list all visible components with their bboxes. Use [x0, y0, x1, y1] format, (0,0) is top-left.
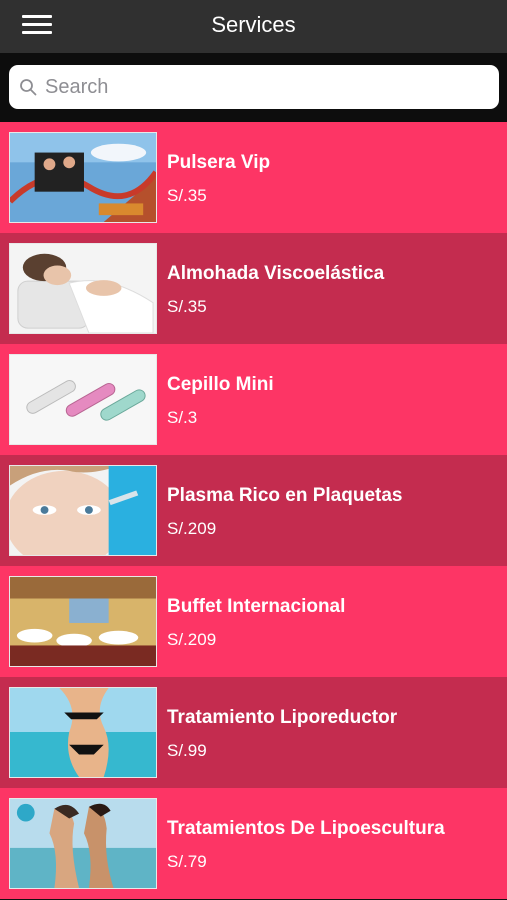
- list-item-liporeductor[interactable]: Tratamiento Liporeductor S/.99: [0, 677, 507, 788]
- service-name: Pulsera Vip: [167, 152, 271, 173]
- search-icon: [20, 79, 37, 96]
- search-input[interactable]: [45, 65, 485, 109]
- list-item-pulsera-vip[interactable]: Pulsera Vip S/.35: [0, 122, 507, 233]
- service-thumbnail: [9, 798, 157, 889]
- list-item-buffet[interactable]: Buffet Internacional S/.209: [0, 566, 507, 677]
- service-thumbnail: [9, 465, 157, 556]
- service-thumbnail: [9, 687, 157, 778]
- service-price: S/.35: [167, 297, 207, 316]
- service-price: S/.3: [167, 408, 198, 427]
- list-item-cepillo-mini[interactable]: Cepillo Mini S/.3: [0, 344, 507, 455]
- service-thumbnail: [9, 243, 157, 334]
- page-title: Services: [211, 12, 296, 37]
- list-item-almohada[interactable]: Almohada Viscoelástica S/.35: [0, 233, 507, 344]
- services-list: Pulsera Vip S/.35 Almohada Viscoelástica…: [0, 122, 507, 900]
- service-name: Plasma Rico en Plaquetas: [167, 485, 403, 506]
- service-price: S/.79: [167, 852, 207, 871]
- service-thumbnail: [9, 576, 157, 667]
- service-thumbnail: [9, 132, 157, 223]
- service-price: S/.209: [167, 630, 217, 649]
- service-name: Tratamiento Liporeductor: [167, 707, 398, 728]
- service-name: Almohada Viscoelástica: [167, 263, 385, 284]
- search-bar: [0, 53, 507, 122]
- navigation-bar: Services: [0, 0, 507, 53]
- list-item-plasma[interactable]: Plasma Rico en Plaquetas S/.209: [0, 455, 507, 566]
- service-name: Cepillo Mini: [167, 374, 274, 395]
- service-thumbnail: [9, 354, 157, 445]
- service-name: Tratamientos De Lipoescultura: [167, 818, 445, 839]
- search-field[interactable]: [9, 65, 499, 109]
- service-price: S/.35: [167, 186, 207, 205]
- service-price: S/.209: [167, 519, 217, 538]
- service-name: Buffet Internacional: [167, 596, 346, 617]
- list-item-lipoescultura[interactable]: Tratamientos De Lipoescultura S/.79: [0, 788, 507, 899]
- service-price: S/.99: [167, 741, 207, 760]
